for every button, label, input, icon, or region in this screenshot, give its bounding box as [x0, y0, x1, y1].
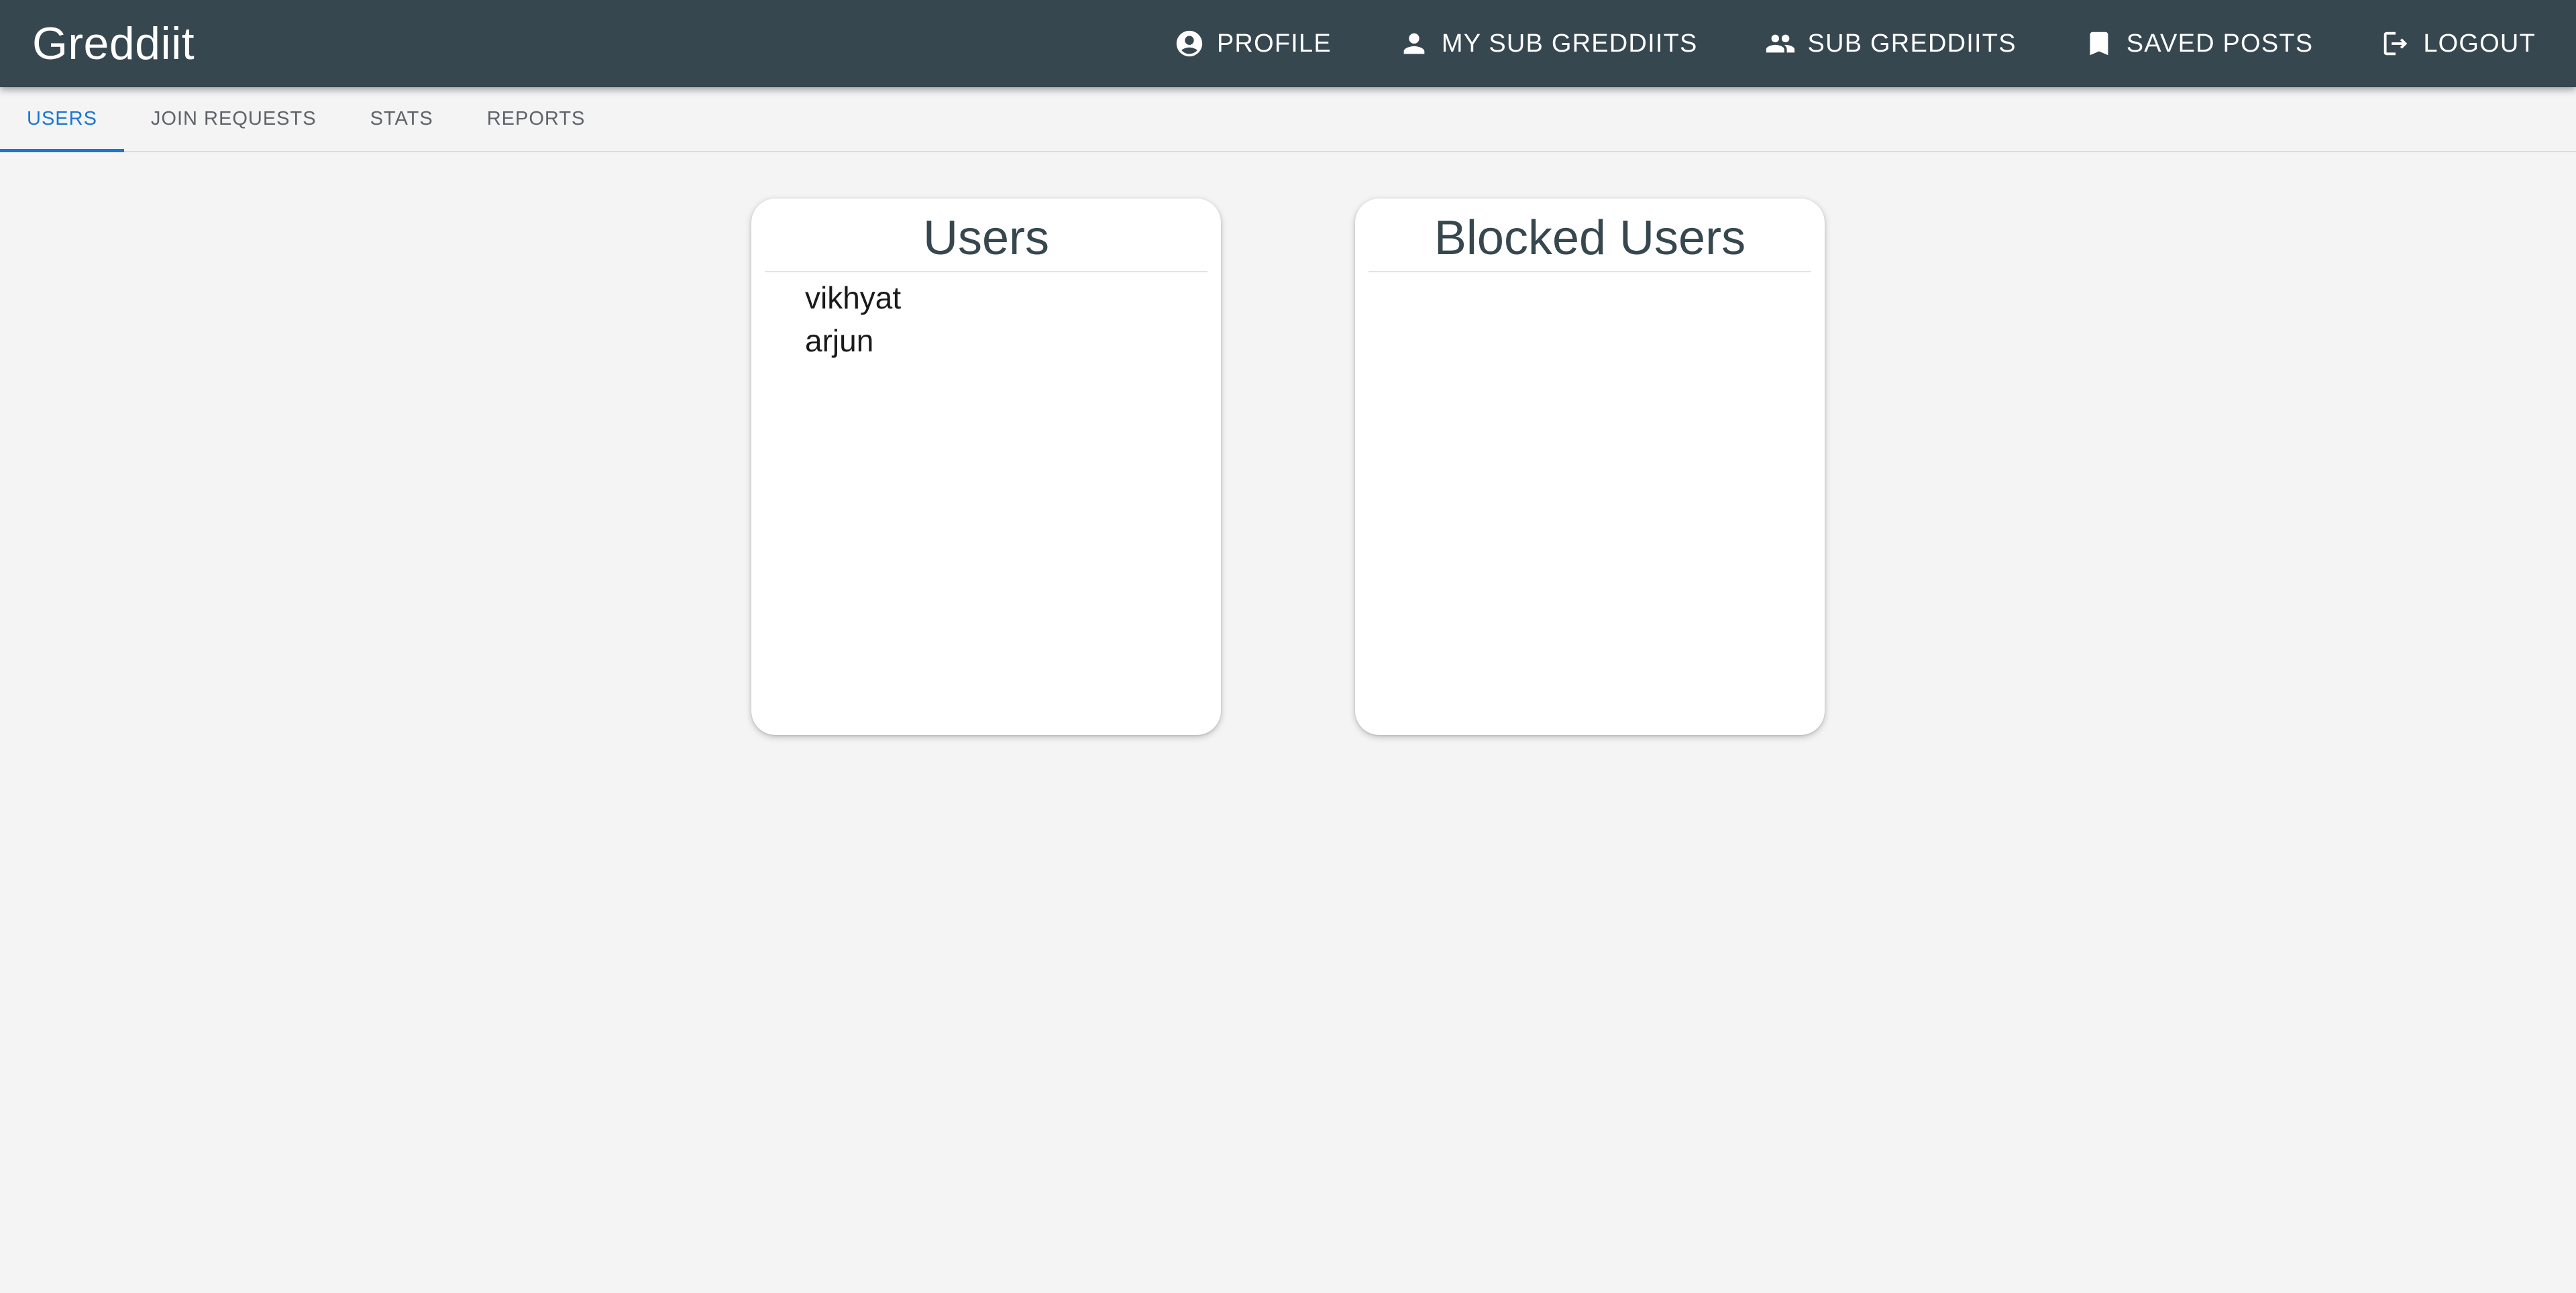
users-list: vikhyat arjun [765, 272, 1208, 362]
saved-posts-button[interactable]: SAVED POSTS [2063, 11, 2334, 76]
list-item: vikhyat [805, 280, 902, 315]
sub-greddiits-label: SUB GREDDIITS [1807, 29, 2017, 58]
users-card-title: Users [765, 199, 1208, 272]
app-bar: Greddiit PROFILE MY SUB GREDDIITS SUB GR… [0, 0, 2576, 87]
logout-label: LOGOUT [2423, 29, 2536, 58]
list-item: arjun [805, 323, 874, 358]
person-icon [1399, 28, 1430, 59]
tab-join-requests[interactable]: JOIN REQUESTS [124, 87, 343, 151]
bookmark-icon [2084, 28, 2114, 59]
users-card: Users vikhyat arjun [751, 199, 1221, 735]
profile-button[interactable]: PROFILE [1154, 11, 1352, 76]
blocked-users-list [1368, 272, 1811, 276]
tab-users[interactable]: USERS [0, 87, 124, 152]
tab-stats[interactable]: STATS [343, 87, 460, 151]
brand-title[interactable]: Greddiit [32, 15, 195, 72]
saved-posts-label: SAVED POSTS [2126, 29, 2314, 58]
profile-label: PROFILE [1216, 29, 1332, 58]
my-sub-greddiits-label: MY SUB GREDDIITS [1441, 29, 1698, 58]
sub-greddiits-button[interactable]: SUB GREDDIITS [1745, 11, 2037, 76]
blocked-users-card: Blocked Users [1355, 199, 1825, 735]
my-sub-greddiits-button[interactable]: MY SUB GREDDIITS [1379, 11, 1718, 76]
blocked-users-card-title: Blocked Users [1368, 199, 1811, 272]
people-icon [1765, 28, 1796, 59]
top-nav: PROFILE MY SUB GREDDIITS SUB GREDDIITS S… [1127, 0, 2556, 87]
subgreddiit-tabs: USERS JOIN REQUESTS STATS REPORTS [0, 87, 2576, 152]
logout-icon [2380, 28, 2411, 59]
tab-reports[interactable]: REPORTS [460, 87, 612, 151]
account-circle-icon [1174, 28, 1205, 59]
logout-button[interactable]: LOGOUT [2360, 11, 2556, 76]
